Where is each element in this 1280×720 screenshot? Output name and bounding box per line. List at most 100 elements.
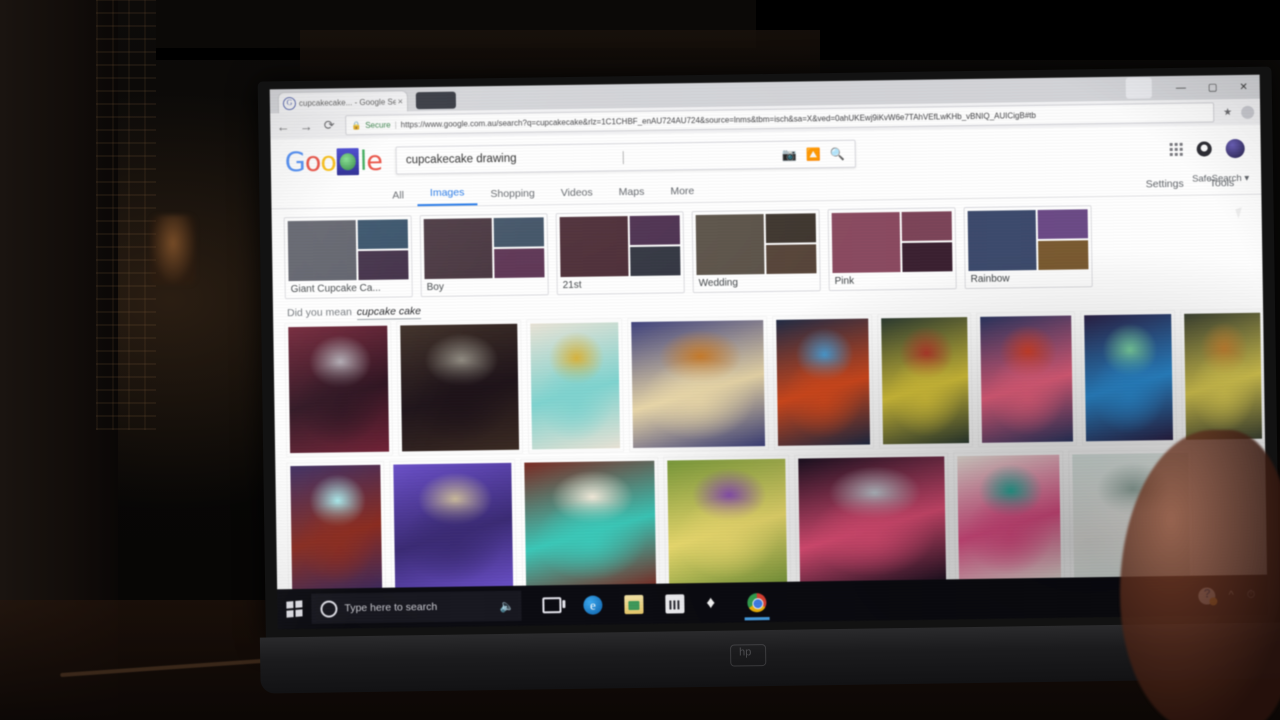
- thumbnail: [423, 218, 493, 280]
- result-thumbnail: [290, 464, 383, 590]
- decorative-grille: [96, 0, 156, 430]
- thumbnail-column: [765, 213, 817, 275]
- image-result-bell-teal-cupcake-cake[interactable]: [521, 457, 660, 590]
- image-result-yellow-flower-cupcake-cake[interactable]: [877, 314, 972, 448]
- task-view-icon[interactable]: [542, 597, 562, 614]
- image-result-pink-sophia-cupcake-cake[interactable]: [976, 312, 1077, 446]
- room-photo-scene: G cupcakecake... - Google Se × person-ic…: [0, 0, 1280, 720]
- microsoft-store-icon[interactable]: [665, 593, 685, 614]
- edge-icon[interactable]: e: [583, 594, 603, 615]
- reload-button[interactable]: ⟳: [322, 117, 336, 133]
- cortana-circle-icon: [320, 599, 338, 618]
- image-result-giant-cupcake-blue-wrapper[interactable]: [628, 317, 769, 452]
- result-thumbnail: [400, 323, 520, 452]
- result-thumbnail: [667, 458, 788, 587]
- active-app-indicator: [744, 617, 770, 620]
- image-result-pink-princess-gown-cake[interactable]: [795, 453, 950, 588]
- maximize-button[interactable]: ▢: [1208, 82, 1218, 93]
- forward-button[interactable]: →: [299, 118, 313, 133]
- result-thumbnail: [880, 317, 969, 445]
- related-search-card[interactable]: Rainbow: [963, 205, 1093, 290]
- google-g-icon: G: [282, 96, 297, 110]
- google-images-page: G o o l e cupcakecake drawing 📷 🔼 🔍 All …: [270, 124, 1268, 590]
- google-search-box[interactable]: cupcakecake drawing 📷 🔼 🔍: [395, 139, 857, 175]
- tab-more[interactable]: More: [657, 185, 707, 203]
- microphone-icon[interactable]: 🔼: [805, 147, 822, 161]
- related-search-thumbnails: [559, 215, 681, 278]
- thumbnail: [901, 211, 953, 242]
- thumbnail: [629, 246, 681, 277]
- omnibox-separator: |: [394, 119, 397, 130]
- related-search-label: Boy: [426, 281, 444, 294]
- related-search-card[interactable]: 21st: [555, 211, 685, 296]
- related-search-label: Rainbow: [970, 273, 1010, 285]
- chrome-icon[interactable]: [744, 592, 770, 620]
- thumbnail-column: [493, 217, 545, 279]
- image-result-sequin-cupcake-cake[interactable]: [285, 322, 393, 457]
- image-result-sundae-cupcake-cake[interactable]: [527, 319, 624, 453]
- apps-grid-icon[interactable]: [1169, 142, 1183, 156]
- camera-icon[interactable]: 📷: [781, 148, 798, 162]
- image-result-yellow-swirl-cupcake[interactable]: [664, 455, 791, 590]
- related-search-card[interactable]: Boy: [419, 213, 549, 298]
- tab-all[interactable]: All: [379, 189, 417, 207]
- new-tab-button[interactable]: [415, 91, 457, 110]
- taskbar-search-box[interactable]: Type here to search: [311, 590, 522, 624]
- image-result-blue-number-cupcake-cake[interactable]: [1081, 310, 1176, 445]
- microphone-icon[interactable]: 🔈: [499, 599, 514, 613]
- bookmark-star-icon[interactable]: ★: [1223, 107, 1232, 118]
- result-thumbnail: [1084, 314, 1173, 442]
- related-search-label: 21st: [562, 279, 582, 292]
- tab-settings[interactable]: Settings: [1133, 178, 1197, 196]
- related-search-card[interactable]: Pink: [827, 207, 957, 292]
- dropbox-icon[interactable]: ♦: [706, 592, 725, 612]
- thumbnail-column: [629, 215, 681, 277]
- profile-button[interactable]: person-icon: [1125, 77, 1152, 99]
- image-result-owl-cupcake-cake[interactable]: [287, 461, 386, 590]
- account-avatar-icon[interactable]: [1225, 138, 1245, 158]
- google-logo[interactable]: G o o l e: [285, 145, 383, 177]
- image-results-grid: [273, 308, 1267, 590]
- thumbnail-column: [357, 219, 409, 281]
- did-you-mean-suggestion[interactable]: cupcake cake: [356, 305, 422, 321]
- image-results-row: [285, 309, 1266, 457]
- start-button[interactable]: [277, 600, 311, 618]
- tab-shopping[interactable]: Shopping: [477, 187, 548, 205]
- image-result-black-ruffle-dress-cake[interactable]: [397, 320, 523, 455]
- thumbnail: [493, 248, 545, 279]
- related-search-card[interactable]: Wedding: [691, 209, 821, 294]
- minimize-button[interactable]: —: [1176, 82, 1186, 93]
- extensions-icon[interactable]: [1241, 105, 1255, 119]
- logo-letter-g: G: [284, 146, 305, 178]
- image-result-yellow-edge-cupcake-cake[interactable]: [1180, 309, 1266, 443]
- close-tab-icon[interactable]: ×: [398, 96, 403, 106]
- search-input[interactable]: cupcakecake drawing: [406, 151, 623, 167]
- related-search-card[interactable]: Giant Cupcake Ca...: [283, 215, 413, 300]
- thumbnail: [559, 216, 629, 278]
- close-window-button[interactable]: ✕: [1239, 81, 1248, 92]
- security-label: Secure: [365, 120, 391, 130]
- back-button[interactable]: ←: [276, 119, 290, 134]
- related-search-label: Giant Cupcake Ca...: [290, 282, 381, 296]
- file-explorer-icon[interactable]: [624, 594, 644, 614]
- tab-maps[interactable]: Maps: [606, 186, 658, 204]
- tab-images[interactable]: Images: [416, 186, 478, 207]
- notification-bell-icon[interactable]: [1196, 140, 1212, 157]
- laptop-screen: G cupcakecake... - Google Se × person-ic…: [269, 74, 1268, 630]
- thumbnail: [695, 214, 765, 276]
- did-you-mean-label: Did you mean: [286, 306, 352, 320]
- safesearch-dropdown[interactable]: SafeSearch ▾: [1192, 173, 1249, 185]
- browser-tab[interactable]: G cupcakecake... - Google Se ×: [277, 90, 409, 114]
- search-icon[interactable]: 🔍: [829, 147, 846, 161]
- thumbnail: [765, 244, 817, 275]
- related-search-label: Pink: [834, 275, 855, 288]
- image-result-orange-dragon-cupcake-cake[interactable]: [773, 315, 873, 449]
- tab-videos[interactable]: Videos: [548, 186, 606, 204]
- related-searches-carousel: Giant Cupcake Ca... Boy 21st Wedding Pink Rai…: [271, 194, 1263, 304]
- result-thumbnail: [798, 456, 947, 585]
- thumbnail: [765, 213, 817, 244]
- image-result-pink-girl-cupcake-cake[interactable]: [954, 451, 1065, 586]
- logo-letter-e: e: [366, 145, 383, 177]
- image-result-purple-princess-dress-cake[interactable]: [390, 459, 517, 590]
- hp-logo: [730, 644, 767, 667]
